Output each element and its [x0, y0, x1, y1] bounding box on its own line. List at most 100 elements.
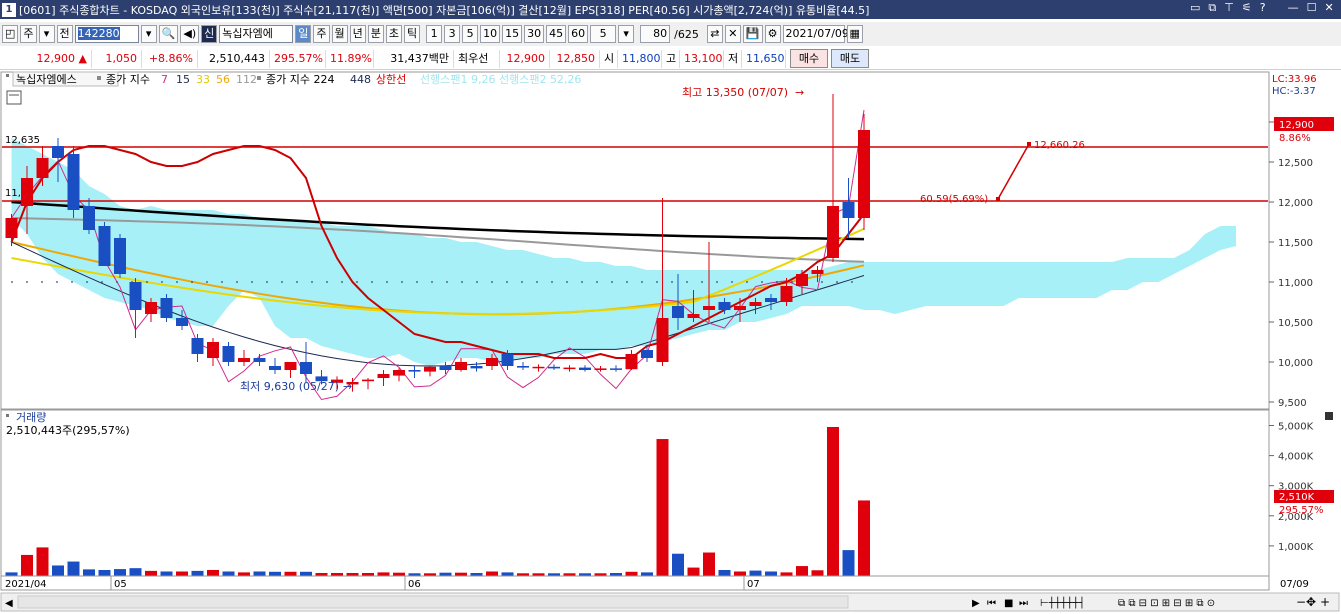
volume-bar [129, 568, 142, 576]
candle-body [718, 302, 731, 310]
volume-panel-close-icon[interactable] [1325, 412, 1333, 420]
open-label: 시 [600, 49, 618, 68]
minimize-icon[interactable]: — [1288, 1, 1299, 15]
period-second[interactable]: 초 [385, 25, 402, 43]
volume-panel[interactable] [0, 409, 1270, 577]
search-icon[interactable]: 🔍 [158, 25, 179, 43]
price-tick-label: 11,500 [1278, 238, 1313, 249]
calendar-icon[interactable]: ▦ [846, 25, 863, 43]
buy-button[interactable]: 매수 [790, 49, 828, 68]
time-label-end: 07/09 [1280, 579, 1309, 590]
legend-ma-112: 112 [236, 73, 257, 86]
gear-icon[interactable]: ⚙ [764, 25, 781, 43]
speaker-icon[interactable]: ◀) [180, 25, 200, 43]
period-year[interactable]: 년 [349, 25, 366, 43]
calculator-icon[interactable] [6, 90, 22, 105]
period-minute[interactable]: 분 [367, 25, 384, 43]
scroll-left-icon[interactable]: ◀ [5, 598, 13, 609]
window-controls: ▭ ⧉ ⊤ ⚟ ? — ☐ ✕ [1190, 1, 1334, 15]
stock-chart[interactable]: 12,635 11,94 12,660.26 60.59(5.69%) 최고 1… [0, 71, 1341, 614]
candle-body [67, 154, 80, 210]
period-tick[interactable]: 틱 [404, 25, 421, 43]
market-select[interactable]: 주 [20, 25, 37, 43]
stop-icon[interactable]: ■ [1004, 598, 1013, 609]
code-dropdown-icon[interactable]: ▾ [140, 25, 157, 43]
copy-icon[interactable]: ⧉ [1208, 1, 1216, 15]
volume-bar [625, 571, 638, 576]
volume-tag-pct: 295.57% [1279, 505, 1324, 516]
tile-icon[interactable]: ▭ [1190, 1, 1200, 15]
price-axis: 13,00012,50012,00011,50011,00010,50010,0… [1269, 118, 1313, 409]
candle-body [21, 178, 33, 206]
ruler-icon[interactable]: ⊢┼┼┼┼┼┤ [1040, 596, 1085, 609]
candle-body [160, 298, 173, 318]
stock-name-field[interactable]: 녹십자엠에 [219, 25, 294, 43]
candle-body [579, 367, 591, 370]
stock-code-input[interactable]: 142280 [74, 25, 139, 43]
volume-value: 2,510,443주(295,57%) [6, 424, 130, 437]
candle-body [796, 274, 808, 286]
interval-60[interactable]: 60 [568, 25, 589, 43]
settings-icon[interactable]: ⚟ [1242, 1, 1252, 15]
zoom-out-icon[interactable]: − [1296, 595, 1306, 609]
legend-ma-15: 15 [176, 73, 190, 86]
candle-body [129, 282, 142, 310]
layout-icon[interactable]: ◰ [2, 25, 19, 43]
scroll-thumb[interactable] [17, 595, 849, 609]
crosshair-icon[interactable]: ✕ [724, 25, 741, 43]
price-tick-label: 12,500 [1278, 158, 1313, 169]
legend-marker-icon [6, 74, 9, 77]
period-month[interactable]: 월 [331, 25, 348, 43]
volume-bar [749, 570, 762, 576]
open-price: 11,800 [618, 49, 662, 68]
scroll-back-icon[interactable]: ⏮ [987, 598, 996, 609]
volume-bar [191, 570, 204, 576]
count-input[interactable]: 80 [640, 25, 671, 43]
interval-30[interactable]: 30 [524, 25, 545, 43]
interval-5[interactable]: 5 [462, 25, 479, 43]
interval-15[interactable]: 15 [502, 25, 523, 43]
volume-bar [207, 569, 219, 576]
zoom-in-icon[interactable]: + [1320, 595, 1330, 609]
save-icon[interactable]: 💾 [742, 25, 763, 43]
interval-value[interactable]: 5 [590, 25, 617, 43]
zoom-icon[interactable]: ⇄ [706, 25, 723, 43]
interval-3[interactable]: 3 [444, 25, 461, 43]
volume-bar [52, 565, 64, 576]
interval-10[interactable]: 10 [480, 25, 501, 43]
price-info-bar: 12,900 ▲ 1,050 +8.86% 2,510,443 295.57% … [0, 48, 1341, 70]
target-start-handle[interactable] [996, 197, 1000, 201]
interval-1[interactable]: 1 [426, 25, 443, 43]
volume-bar [238, 572, 250, 576]
candle-body [625, 354, 638, 370]
credit-icon[interactable]: 신 [201, 25, 218, 43]
period-week[interactable]: 주 [313, 25, 330, 43]
market-dropdown-icon[interactable]: ▾ [38, 25, 55, 43]
turnover: 11.89% [326, 49, 374, 68]
low-arrow-icon: → [343, 380, 352, 393]
target-end-handle[interactable] [1027, 142, 1031, 146]
candle-body [83, 206, 95, 230]
window-titlebar: 1 [0601] 주식종합차트 - KOSDAQ 외국인보유[133(천)] 주… [0, 0, 1341, 19]
period-day[interactable]: 일 [295, 25, 312, 43]
interval-dropdown-icon[interactable]: ▾ [618, 25, 635, 43]
candle-body [517, 366, 529, 368]
maximize-icon[interactable]: ☐ [1307, 1, 1317, 15]
range-select[interactable]: 전 [56, 25, 73, 43]
help-icon[interactable]: ? [1260, 1, 1266, 15]
close-icon[interactable]: ✕ [1324, 1, 1333, 15]
date-input[interactable]: 2021/07/09 [782, 25, 849, 43]
low-label: 저 [724, 49, 742, 68]
high-annotation: 최고 13,350 (07/07) [682, 86, 788, 99]
volume-bar [21, 554, 33, 576]
scroll-right-icon[interactable]: ▶ [972, 598, 980, 609]
pin-icon[interactable]: ⊤ [1224, 1, 1234, 15]
move-icon[interactable]: ✥ [1306, 595, 1316, 609]
window-number: 1 [2, 2, 16, 17]
tools-icons[interactable]: ⧉ ⧉ ⊟ ⊡ ⊞ ⊟ ⊞ ⧉ ⊙ [1118, 598, 1215, 609]
legend-ma-label: 종가 지수 [106, 73, 150, 86]
scroll-forward-icon[interactable]: ⏭ [1019, 598, 1028, 609]
sell-button[interactable]: 매도 [831, 49, 869, 68]
interval-45[interactable]: 45 [546, 25, 567, 43]
candle-body [641, 350, 653, 358]
